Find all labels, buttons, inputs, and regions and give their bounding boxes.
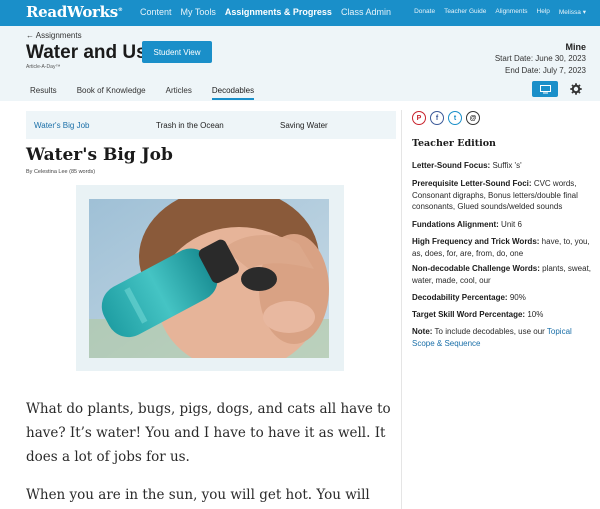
tab-articles[interactable]: Articles: [166, 86, 192, 100]
pinterest-icon[interactable]: P: [412, 111, 426, 125]
decodability-percentage: Decodability Percentage: 90%: [412, 293, 526, 302]
utility-nav: Donate Teacher Guide Alignments Help Mel…: [414, 8, 586, 16]
decodables-note: Note: To include decodables, use our Top…: [412, 327, 572, 348]
tab-decodables[interactable]: Decodables: [211, 86, 255, 100]
high-frequency-words: High Frequency and Trick Words: have, to…: [412, 237, 590, 258]
story-link-trash-in-the-ocean[interactable]: Trash in the Ocean: [156, 121, 224, 130]
letter-sound-focus: Letter-Sound Focus: Suffix 's': [412, 161, 522, 170]
top-navbar: ReadWorks® Content My Tools Assignments …: [0, 0, 600, 26]
sidebar-divider: [401, 110, 402, 509]
nav-assignments-progress[interactable]: Assignments & Progress: [225, 7, 332, 17]
tab-results[interactable]: Results: [30, 86, 57, 100]
nav-content[interactable]: Content: [140, 7, 172, 17]
story-title: Water's Big Job: [26, 145, 173, 165]
nav-help[interactable]: Help: [537, 8, 550, 16]
tab-book-of-knowledge[interactable]: Book of Knowledge: [77, 86, 146, 100]
student-view-button[interactable]: Student View: [142, 41, 212, 63]
story-selector: Water's Big Job Trash in the Ocean Savin…: [26, 111, 396, 139]
end-date: End Date: July 7, 2023: [505, 66, 586, 75]
assignment-tabs: Results Book of Knowledge Articles Decod…: [30, 86, 255, 100]
story-paragraph-1: What do plants, bugs, pigs, dogs, and ca…: [26, 401, 391, 465]
prerequisite-foci: Prerequisite Letter-Sound Foci: CVC word…: [412, 179, 578, 211]
user-menu[interactable]: Melissa ▾: [559, 8, 586, 16]
nav-my-tools[interactable]: My Tools: [181, 7, 216, 17]
story-photo: [89, 199, 329, 358]
nav-alignments[interactable]: Alignments: [495, 8, 527, 16]
gear-icon[interactable]: [569, 82, 583, 96]
share-buttons: P f t @: [412, 111, 480, 125]
story-link-saving-water[interactable]: Saving Water: [280, 121, 328, 130]
owner-label: Mine: [565, 42, 586, 52]
story-paragraph-2: When you are in the sun, you will get ho…: [26, 487, 370, 503]
readworks-logo[interactable]: ReadWorks®: [26, 3, 123, 21]
nav-donate[interactable]: Donate: [414, 8, 435, 16]
target-skill-percentage: Target Skill Word Percentage: 10%: [412, 310, 544, 319]
monitor-icon: [539, 84, 551, 93]
page-title: Water and Us: [26, 42, 147, 63]
assignment-type-tag: Article-A-Day™: [26, 64, 61, 70]
twitter-icon[interactable]: t: [448, 111, 462, 125]
fundations-alignment: Fundations Alignment: Unit 6: [412, 220, 522, 229]
nav-class-admin[interactable]: Class Admin: [341, 7, 391, 17]
teacher-edition-title: Teacher Edition: [412, 138, 496, 149]
email-icon[interactable]: @: [466, 111, 480, 125]
main-nav: Content My Tools Assignments & Progress …: [140, 7, 391, 17]
projector-button[interactable]: [532, 81, 558, 97]
chevron-down-icon: ▾: [582, 9, 586, 16]
start-date: Start Date: June 30, 2023: [494, 54, 586, 63]
back-to-assignments-link[interactable]: ← Assignments: [26, 31, 82, 40]
facebook-icon[interactable]: f: [430, 111, 444, 125]
story-byline: By Celestina Lee (85 words): [26, 169, 96, 175]
non-decodable-words: Non-decodable Challenge Words: plants, s…: [412, 264, 592, 285]
story-link-waters-big-job[interactable]: Water's Big Job: [34, 121, 89, 130]
nav-teacher-guide[interactable]: Teacher Guide: [444, 8, 486, 16]
